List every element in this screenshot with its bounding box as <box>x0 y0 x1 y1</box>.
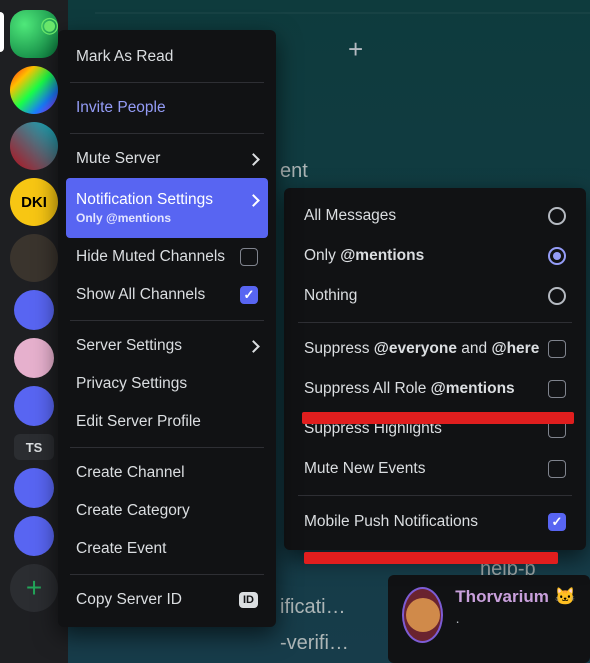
create-channel-plus-bg[interactable]: + <box>348 34 363 65</box>
bg-text-ent: ent <box>280 160 308 183</box>
menu-mark-as-read[interactable]: Mark As Read <box>66 38 268 76</box>
option-suppress-everyone-label: Suppress @everyone and @here <box>304 340 539 358</box>
radio-unselected[interactable] <box>548 207 566 225</box>
server-icon-4[interactable] <box>10 234 58 282</box>
chevron-right-icon <box>246 194 258 206</box>
server-icon-5[interactable] <box>14 290 54 330</box>
menu-notification-sublabel: Only @mentions <box>76 211 171 225</box>
chevron-right-icon <box>246 340 258 352</box>
server-icon-8[interactable]: TS <box>14 434 54 460</box>
add-server-button[interactable]: + <box>10 564 58 612</box>
server-icon-7[interactable] <box>14 386 54 426</box>
server-selection-pill <box>0 12 4 52</box>
bg-text-ificati: ificati… <box>280 596 346 619</box>
app-root: + ent help-b ificati… -verifi… DKI TS + … <box>0 0 590 663</box>
menu-create-channel-label: Create Channel <box>76 464 185 482</box>
menu-invite-people[interactable]: Invite People <box>66 89 268 127</box>
menu-sep <box>70 82 264 83</box>
menu-notification-label: Notification Settings <box>76 191 213 209</box>
menu-hide-muted-channels[interactable]: Hide Muted Channels <box>66 238 268 276</box>
server-icon-3-label: DKI <box>21 194 47 211</box>
option-nothing[interactable]: Nothing <box>292 276 578 316</box>
checkbox-unchecked[interactable] <box>240 248 258 266</box>
menu-sep <box>70 447 264 448</box>
menu-hide-muted-label: Hide Muted Channels <box>76 248 225 266</box>
server-icon-8-label: TS <box>26 440 43 455</box>
server-icon-10[interactable] <box>14 516 54 556</box>
menu-copy-server-id[interactable]: Copy Server ID ID <box>66 581 268 619</box>
option-mute-events-label: Mute New Events <box>304 460 425 478</box>
plus-icon: + <box>26 572 42 604</box>
menu-mute-label: Mute Server <box>76 150 160 168</box>
option-mute-new-events[interactable]: Mute New Events <box>292 449 578 489</box>
menu-create-event-label: Create Event <box>76 540 166 558</box>
avatar <box>402 587 443 643</box>
menu-sep <box>70 574 264 575</box>
menu-server-settings[interactable]: Server Settings <box>66 327 268 365</box>
server-context-menu: Mark As Read Invite People Mute Server N… <box>58 30 276 627</box>
option-suppress-highlights-label: Suppress Highlights <box>304 420 442 438</box>
menu-copy-id-label: Copy Server ID <box>76 591 182 609</box>
menu-create-category[interactable]: Create Category <box>66 492 268 530</box>
option-nothing-label: Nothing <box>304 287 357 305</box>
checkbox-unchecked[interactable] <box>548 340 566 358</box>
menu-create-event[interactable]: Create Event <box>66 530 268 568</box>
checkbox-checked[interactable] <box>548 513 566 531</box>
member-status: · <box>455 613 576 629</box>
notification-settings-submenu: All Messages Only @mentions Nothing Supp… <box>284 188 586 550</box>
option-only-mentions-label: Only @mentions <box>304 247 424 265</box>
menu-privacy-settings[interactable]: Privacy Settings <box>66 365 268 403</box>
option-suppress-highlights[interactable]: Suppress Highlights <box>292 409 578 449</box>
option-suppress-everyone[interactable]: Suppress @everyone and @here <box>292 329 578 369</box>
server-icon-1[interactable] <box>10 66 58 114</box>
server-icon-3[interactable]: DKI <box>10 178 58 226</box>
checkbox-unchecked[interactable] <box>548 420 566 438</box>
leaf-icon: ◉ <box>40 12 59 38</box>
option-mobile-push-label: Mobile Push Notifications <box>304 513 478 531</box>
submenu-sep <box>298 322 572 323</box>
menu-mark-as-read-label: Mark As Read <box>76 48 173 66</box>
menu-show-all-label: Show All Channels <box>76 286 205 304</box>
menu-create-category-label: Create Category <box>76 502 190 520</box>
menu-mute-server[interactable]: Mute Server <box>66 140 268 178</box>
server-icon-6[interactable] <box>14 338 54 378</box>
option-all-messages-label: All Messages <box>304 207 396 225</box>
option-suppress-role-label: Suppress All Role @mentions <box>304 380 515 398</box>
checkbox-unchecked[interactable] <box>548 460 566 478</box>
checkbox-checked[interactable] <box>240 286 258 304</box>
menu-sep <box>70 133 264 134</box>
chevron-right-icon <box>246 153 258 165</box>
menu-show-all-channels[interactable]: Show All Channels <box>66 276 268 314</box>
option-all-messages[interactable]: All Messages <box>292 196 578 236</box>
menu-edit-server-profile[interactable]: Edit Server Profile <box>66 403 268 441</box>
radio-unselected[interactable] <box>548 287 566 305</box>
option-suppress-role-mentions[interactable]: Suppress All Role @mentions <box>292 369 578 409</box>
member-card[interactable]: Thorvarium🐱 · <box>388 575 590 663</box>
header-divider <box>95 0 590 14</box>
submenu-sep <box>298 495 572 496</box>
checkbox-unchecked[interactable] <box>548 380 566 398</box>
server-icon-2[interactable] <box>10 122 58 170</box>
menu-server-settings-label: Server Settings <box>76 337 182 355</box>
radio-selected[interactable] <box>548 247 566 265</box>
server-icon-9[interactable] <box>14 468 54 508</box>
menu-privacy-label: Privacy Settings <box>76 375 187 393</box>
menu-invite-label: Invite People <box>76 99 166 117</box>
menu-sep <box>70 320 264 321</box>
menu-create-channel[interactable]: Create Channel <box>66 454 268 492</box>
emoji-icon: 🐱 <box>555 587 576 607</box>
member-name: Thorvarium🐱 <box>455 587 576 607</box>
bg-text-verifi: -verifi… <box>280 632 349 655</box>
option-only-mentions[interactable]: Only @mentions <box>292 236 578 276</box>
menu-edit-profile-label: Edit Server Profile <box>76 413 201 431</box>
id-badge-icon: ID <box>239 592 258 608</box>
option-mobile-push[interactable]: Mobile Push Notifications <box>292 502 578 542</box>
menu-notification-settings[interactable]: Notification Settings Only @mentions <box>66 178 268 238</box>
